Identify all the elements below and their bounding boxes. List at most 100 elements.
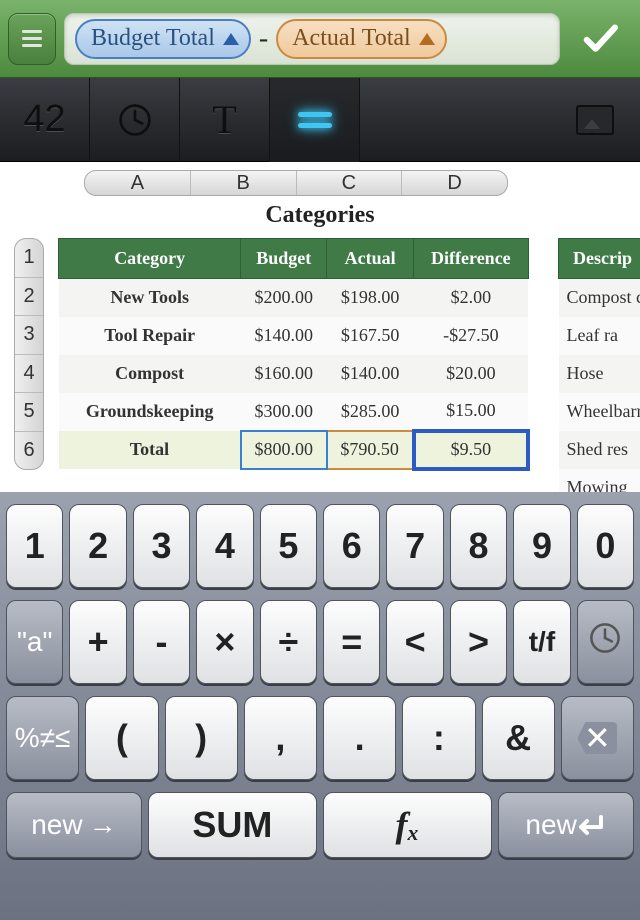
cell[interactable]: Shed res <box>559 431 640 469</box>
key-5[interactable]: 5 <box>260 504 317 588</box>
cell[interactable]: $15.00 <box>414 393 528 431</box>
key-string[interactable]: "a" <box>6 600 63 684</box>
key-minus[interactable]: - <box>133 600 190 684</box>
key-comma[interactable]: , <box>244 696 317 780</box>
cell[interactable]: $300.00 <box>241 393 327 431</box>
mode-formula-button[interactable] <box>270 78 360 162</box>
row-header[interactable]: 4 <box>15 355 43 394</box>
column-header[interactable]: C <box>297 171 403 195</box>
spreadsheet-area[interactable]: A B C D Categories 1 2 3 4 5 6 Category … <box>0 162 640 492</box>
key-period[interactable]: . <box>323 696 396 780</box>
th-category[interactable]: Category <box>59 239 241 279</box>
mode-number-button[interactable]: 42 <box>0 78 90 162</box>
formula-token-label: Actual Total <box>292 25 411 52</box>
key-new-right[interactable]: new <box>498 792 634 858</box>
key-ampersand[interactable]: & <box>482 696 555 780</box>
cell[interactable]: $167.50 <box>327 317 414 355</box>
key-colon[interactable]: : <box>402 696 475 780</box>
row-header[interactable]: 5 <box>15 393 43 432</box>
cell[interactable]: Mowing <box>559 469 640 493</box>
key-datetime[interactable] <box>577 600 634 684</box>
cell[interactable]: Compost c <box>559 279 640 317</box>
cell[interactable]: Compost <box>59 355 241 393</box>
key-0[interactable]: 0 <box>577 504 634 588</box>
column-headers[interactable]: A B C D <box>84 170 508 196</box>
cell[interactable]: Hose <box>559 355 640 393</box>
cell[interactable]: $140.00 <box>241 317 327 355</box>
row-header[interactable]: 3 <box>15 316 43 355</box>
cell[interactable]: Wheelbarro <box>559 393 640 431</box>
equals-glow-icon <box>298 123 332 128</box>
key-4[interactable]: 4 <box>196 504 253 588</box>
key-truefalse[interactable]: t/f <box>513 600 570 684</box>
cell[interactable]: $200.00 <box>241 279 327 317</box>
key-sum[interactable]: SUM <box>148 792 317 858</box>
cell-fill-button[interactable] <box>550 78 640 162</box>
key-lparen[interactable]: ( <box>85 696 158 780</box>
key-plus[interactable]: + <box>69 600 126 684</box>
cell-referenced-blue[interactable]: $800.00 <box>241 431 327 469</box>
column-header[interactable]: A <box>85 171 191 195</box>
cell[interactable]: $2.00 <box>414 279 528 317</box>
key-functions[interactable]: fₓ <box>323 792 492 858</box>
key-3[interactable]: 3 <box>133 504 190 588</box>
total-row[interactable]: Total $800.00 $790.50 $9.50 <box>59 431 529 469</box>
key-rparen[interactable]: ) <box>165 696 238 780</box>
key-greater[interactable]: > <box>450 600 507 684</box>
confirm-button[interactable] <box>568 9 632 69</box>
cell[interactable]: New Tools <box>59 279 241 317</box>
cell[interactable]: Tool Repair <box>59 317 241 355</box>
cell[interactable]: $20.00 <box>414 355 528 393</box>
key-less[interactable]: < <box>386 600 443 684</box>
key-multiply[interactable]: × <box>196 600 253 684</box>
key-backspace[interactable]: ✕ <box>561 696 634 780</box>
key-1[interactable]: 1 <box>6 504 63 588</box>
key-7[interactable]: 7 <box>386 504 443 588</box>
formula-content[interactable]: Budget Total - Actual Total <box>64 13 560 65</box>
row-header[interactable]: 1 <box>15 239 43 278</box>
table-row[interactable]: Tool Repair $140.00 $167.50 -$27.50 <box>59 317 529 355</box>
triangle-up-icon <box>223 33 239 45</box>
key-6[interactable]: 6 <box>323 504 380 588</box>
key-8[interactable]: 8 <box>450 504 507 588</box>
cell[interactable]: Leaf ra <box>559 317 640 355</box>
formula-token-actual-total[interactable]: Actual Total <box>276 19 447 59</box>
th-description[interactable]: Descrip <box>559 239 640 279</box>
table-title: Categories <box>0 202 640 229</box>
key-more-operators[interactable]: %≠≤ <box>6 696 79 780</box>
key-equals[interactable]: = <box>323 600 380 684</box>
key-divide[interactable]: ÷ <box>260 600 317 684</box>
formula-bar: Budget Total - Actual Total <box>0 0 640 78</box>
cell[interactable]: $198.00 <box>327 279 414 317</box>
cell[interactable]: $285.00 <box>327 393 414 431</box>
main-table[interactable]: Category Budget Actual Difference New To… <box>58 238 530 471</box>
cell[interactable]: -$27.50 <box>414 317 528 355</box>
column-header[interactable]: D <box>402 171 507 195</box>
equals-glow-icon <box>298 112 332 117</box>
th-actual[interactable]: Actual <box>327 239 414 279</box>
cell-selected[interactable]: $9.50 <box>414 431 528 469</box>
key-label: new <box>525 809 576 841</box>
row-header[interactable]: 6 <box>15 432 43 470</box>
table-row[interactable]: New Tools $200.00 $198.00 $2.00 <box>59 279 529 317</box>
key-2[interactable]: 2 <box>69 504 126 588</box>
cell[interactable]: $160.00 <box>241 355 327 393</box>
key-new-left[interactable]: new→ <box>6 792 142 858</box>
row-header[interactable]: 2 <box>15 278 43 317</box>
side-table[interactable]: Descrip Compost c Leaf ra Hose Wheelbarr… <box>558 238 640 492</box>
cell-referenced-orange[interactable]: $790.50 <box>327 431 414 469</box>
row-headers[interactable]: 1 2 3 4 5 6 <box>14 238 44 470</box>
table-row[interactable]: Groundskeeping $300.00 $285.00 $15.00 <box>59 393 529 431</box>
th-difference[interactable]: Difference <box>414 239 528 279</box>
cell[interactable]: Groundskeeping <box>59 393 241 431</box>
mode-datetime-button[interactable] <box>90 78 180 162</box>
formula-menu-button[interactable] <box>8 13 56 65</box>
cell[interactable]: Total <box>59 431 241 469</box>
table-row[interactable]: Compost $160.00 $140.00 $20.00 <box>59 355 529 393</box>
formula-token-budget-total[interactable]: Budget Total <box>75 19 251 59</box>
th-budget[interactable]: Budget <box>241 239 327 279</box>
column-header[interactable]: B <box>191 171 297 195</box>
mode-text-button[interactable]: T <box>180 78 270 162</box>
cell[interactable]: $140.00 <box>327 355 414 393</box>
key-9[interactable]: 9 <box>513 504 570 588</box>
